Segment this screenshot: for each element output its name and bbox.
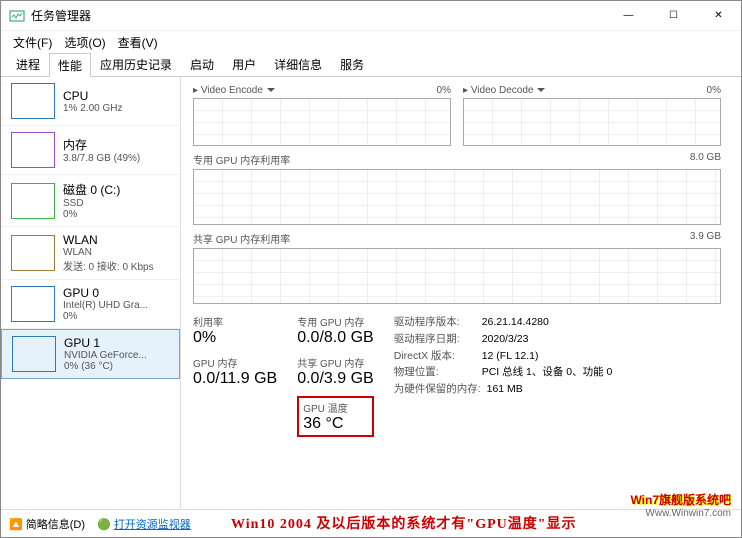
tab-2[interactable]: 应用历史记录 bbox=[91, 52, 181, 76]
menu-options[interactable]: 选项(O) bbox=[60, 32, 109, 53]
tab-1[interactable]: 性能 bbox=[49, 53, 91, 77]
fewer-details-button[interactable]: 🔼 简略信息(D) bbox=[9, 516, 85, 532]
menu-view[interactable]: 查看(V) bbox=[114, 32, 162, 53]
mini-chart-icon bbox=[11, 286, 55, 322]
mini-chart-icon bbox=[11, 83, 55, 119]
graph-dedicated-mem: 专用 GPU 内存利用率8.0 GB bbox=[193, 152, 721, 225]
sidebar-item-4[interactable]: GPU 0Intel(R) UHD Gra...0% bbox=[1, 280, 180, 329]
titlebar: 任务管理器 — ☐ ✕ bbox=[1, 1, 741, 31]
graph-video-encode: ▸ Video Encode0% bbox=[193, 85, 451, 146]
graph-video-decode: ▸ Video Decode0% bbox=[463, 85, 721, 146]
open-resmon-link[interactable]: 🟢 打开资源监视器 bbox=[97, 516, 191, 532]
mini-chart-icon bbox=[11, 132, 55, 168]
tab-strip: 进程性能应用历史记录启动用户详细信息服务 bbox=[1, 53, 741, 77]
maximize-button[interactable]: ☐ bbox=[651, 1, 696, 31]
chevron-down-icon[interactable] bbox=[267, 88, 275, 92]
mini-chart-icon bbox=[12, 336, 56, 372]
menu-file[interactable]: 文件(F) bbox=[9, 32, 56, 53]
mini-chart-icon bbox=[11, 183, 55, 219]
app-icon bbox=[9, 8, 25, 24]
chevron-down-icon[interactable] bbox=[537, 88, 545, 92]
menubar: 文件(F) 选项(O) 查看(V) bbox=[1, 31, 741, 53]
minimize-button[interactable]: — bbox=[606, 1, 651, 31]
sidebar: CPU1% 2.00 GHz 内存3.8/7.8 GB (49%) 磁盘 0 (… bbox=[1, 77, 181, 509]
window-title: 任务管理器 bbox=[31, 7, 606, 24]
sidebar-item-3[interactable]: WLANWLAN发送: 0 接收: 0 Kbps bbox=[1, 227, 180, 280]
sidebar-item-2[interactable]: 磁盘 0 (C:)SSD0% bbox=[1, 175, 180, 227]
main-panel: ▸ Video Encode0% ▸ Video Decode0% 专用 GPU… bbox=[181, 77, 741, 509]
watermark: Win7旗舰版系统吧 Www.Winwin7.com bbox=[630, 491, 731, 519]
graph-shared-mem: 共享 GPU 内存利用率3.9 GB bbox=[193, 231, 721, 304]
tab-0[interactable]: 进程 bbox=[7, 52, 49, 76]
annotation-text: Win10 2004 及以后版本的系统才有"GPU温度"显示 bbox=[231, 513, 577, 533]
tab-5[interactable]: 详细信息 bbox=[265, 52, 331, 76]
sidebar-item-0[interactable]: CPU1% 2.00 GHz bbox=[1, 77, 180, 126]
sidebar-item-5[interactable]: GPU 1NVIDIA GeForce...0% (36 °C) bbox=[1, 329, 180, 379]
close-button[interactable]: ✕ bbox=[696, 1, 741, 31]
tab-4[interactable]: 用户 bbox=[223, 52, 265, 76]
meta-info: 驱动程序版本:26.21.14.4280 驱动程序日期:2020/3/23 Di… bbox=[394, 314, 613, 437]
gpu-temp-highlight: GPU 温度36 °C bbox=[297, 396, 374, 437]
tab-3[interactable]: 启动 bbox=[181, 52, 223, 76]
stats-area: 利用率0% GPU 内存0.0/11.9 GB 专用 GPU 内存0.0/8.0… bbox=[193, 314, 721, 437]
mini-chart-icon bbox=[11, 235, 55, 271]
tab-6[interactable]: 服务 bbox=[331, 52, 373, 76]
sidebar-item-1[interactable]: 内存3.8/7.8 GB (49%) bbox=[1, 126, 180, 175]
